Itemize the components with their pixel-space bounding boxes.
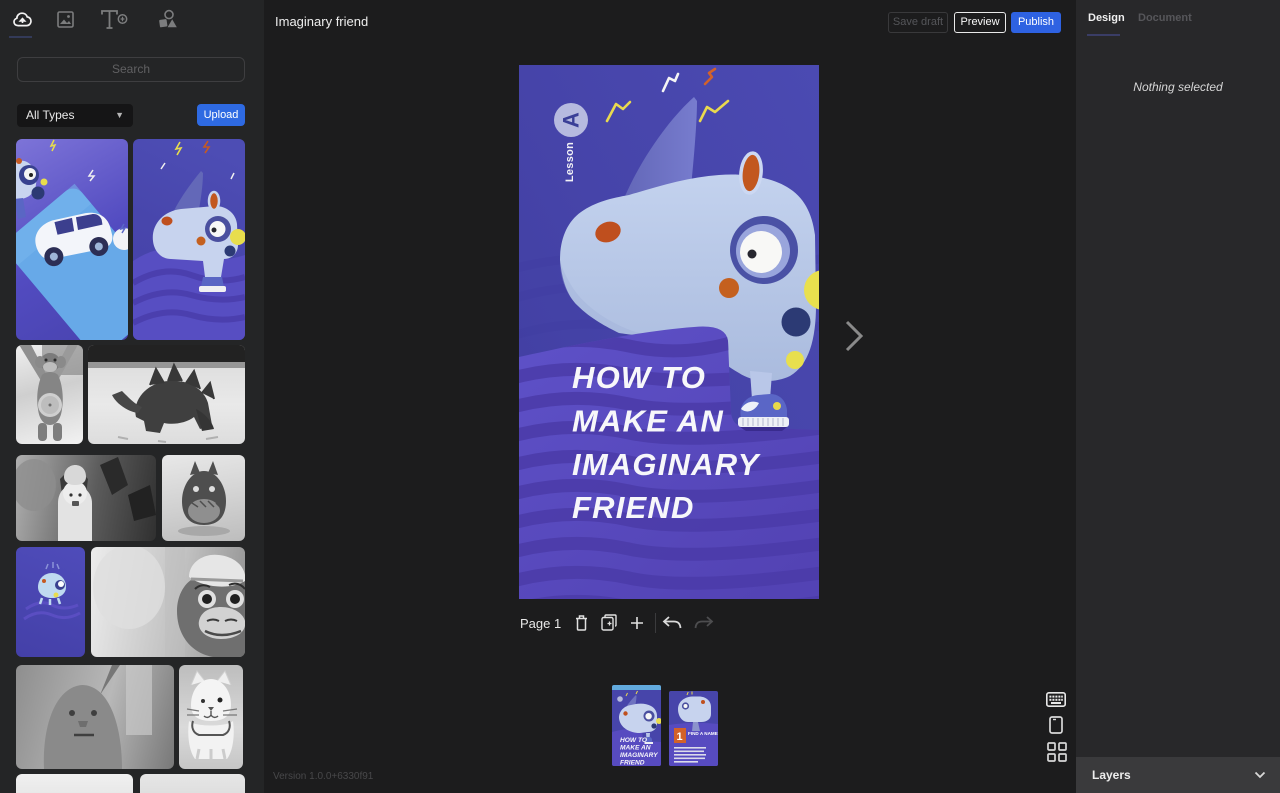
svg-text:FIND A NAME: FIND A NAME xyxy=(688,731,718,736)
svg-text:Lesson: Lesson xyxy=(564,142,576,182)
svg-text:1: 1 xyxy=(677,731,683,743)
svg-text:A: A xyxy=(559,112,584,128)
